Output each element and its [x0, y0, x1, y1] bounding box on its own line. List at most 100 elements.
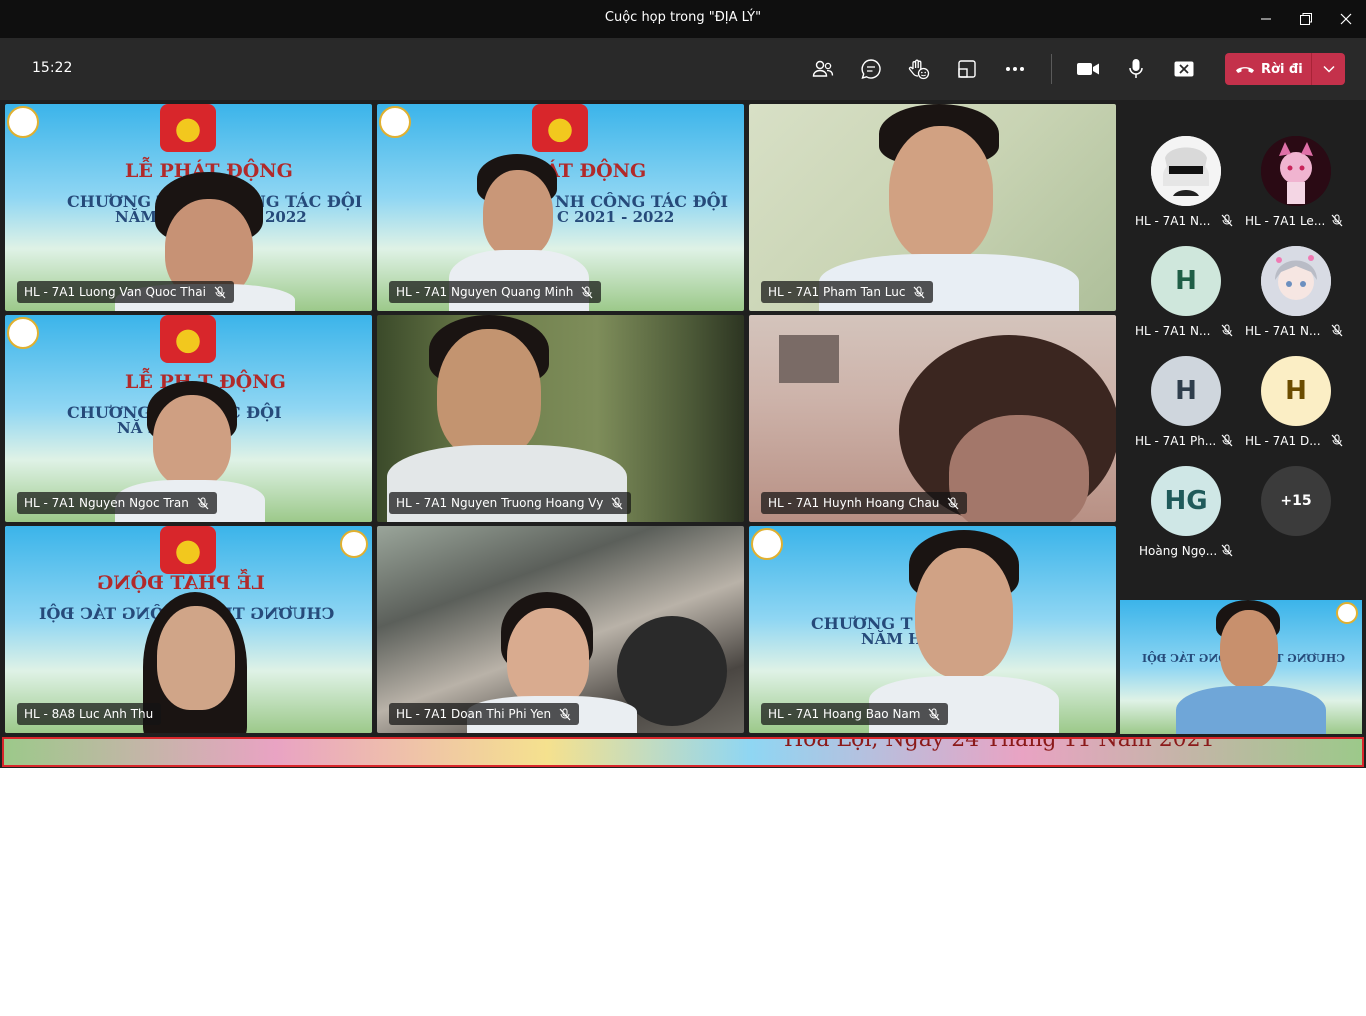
microphone-button[interactable] [1118, 52, 1154, 86]
people-icon [812, 60, 834, 77]
mic-off-icon [214, 286, 226, 298]
participant-nameplate: HL - 7A1 Nguyen Ngoc Tran [17, 492, 217, 514]
meeting-clock: 15:22 [32, 60, 73, 76]
more-actions-button[interactable] [997, 52, 1033, 86]
minimize-button[interactable] [1246, 0, 1286, 38]
raise-hand-icon [908, 59, 930, 80]
leave-meeting-control: Rời đi [1225, 53, 1345, 85]
participant-face [153, 395, 231, 487]
mic-off-icon [559, 708, 571, 720]
mic-off-icon [1331, 214, 1343, 227]
chat-icon [861, 59, 881, 80]
participants-button[interactable] [805, 52, 841, 86]
video-camera-icon [1077, 63, 1099, 75]
stop-share-icon [1174, 61, 1194, 77]
participant-nameplate: HL - 7A1 Luong Van Quoc Thai [17, 281, 234, 303]
participant-name: HL - 7A1 Doan Thi Phi Yen [396, 707, 552, 721]
restore-icon [1300, 13, 1312, 25]
minimize-icon [1261, 18, 1271, 20]
video-tile-active-speaker[interactable]: LỄ PHÁT ĐỘNG CHƯƠNG TRÌNH CÔNG TÁC ĐỘI H… [5, 526, 372, 733]
participant-nameplate: HL - 7A1 Huynh Hoang Chau [761, 492, 968, 514]
video-tile[interactable]: CHƯƠNG T TÁC ĐỘI NĂM H 022 HL - 7A1 Hoan… [749, 526, 1116, 733]
participant-nameplate: HL - 7A1 Pham Tan Luc [761, 281, 934, 303]
video-tile[interactable]: HL - 7A1 Huynh Hoang Chau [749, 315, 1116, 522]
leave-options-button[interactable] [1312, 53, 1345, 85]
participant-nameplate: HL - 8A8 Luc Anh Thu [17, 703, 162, 725]
mic-off-icon [1331, 324, 1343, 337]
video-tile[interactable]: HL - 7A1 Pham Tan Luc [749, 104, 1116, 311]
participant-face [889, 126, 993, 261]
pioneer-badge [160, 104, 216, 152]
roster-participant[interactable]: H HL - 7A1 Ph... [1117, 356, 1233, 466]
close-icon [1340, 13, 1352, 25]
leave-button[interactable]: Rời đi [1225, 53, 1311, 85]
video-tile[interactable]: ÁT ĐỘNG NH CÔNG TÁC ĐỘI C 2021 - 2022 HL… [377, 104, 744, 311]
banner-line1: ÁT ĐỘNG [545, 160, 647, 182]
mic-off-icon [197, 497, 209, 509]
layout-icon [958, 60, 976, 78]
title-bar: Cuộc họp trong "ĐỊA LÝ" [0, 0, 1366, 38]
banner-line1-mirrored: LỄ PHÁT ĐỘNG [97, 572, 265, 594]
school-logo [340, 530, 368, 558]
roster-name: HL - 7A1 N... [1135, 214, 1211, 228]
roster-participant[interactable]: HL - 7A1 Le... [1227, 136, 1343, 246]
avatar-initials: H [1151, 246, 1221, 316]
roster-participant[interactable]: HG Hoàng Ngọ... [1117, 466, 1233, 576]
pioneer-badge [160, 526, 216, 574]
more-icon [1006, 67, 1024, 71]
roster-name: HL - 7A1 D... [1245, 434, 1321, 448]
roster-participant[interactable]: H HL - 7A1 N... [1117, 246, 1233, 356]
roster-name: HL - 7A1 N... [1245, 324, 1321, 338]
avatar [1151, 136, 1221, 206]
participant-face [157, 606, 235, 710]
roster-name: Hoàng Ngọ... [1139, 544, 1218, 558]
participant-face [483, 170, 553, 258]
participant-face [507, 608, 589, 708]
participant-name: HL - 7A1 Pham Tan Luc [768, 285, 906, 299]
pioneer-badge [532, 104, 588, 152]
restore-button[interactable] [1286, 0, 1326, 38]
overflow-count: +15 [1261, 466, 1331, 536]
camera-button[interactable] [1070, 52, 1106, 86]
pioneer-badge [160, 315, 216, 363]
shared-content-strip: Hòa Lợi, Ngày 24 Tháng 11 Năm 2021 [2, 737, 1364, 767]
layout-button[interactable] [949, 52, 985, 86]
more-participants-button[interactable]: +15 [1227, 466, 1337, 576]
avatar-initials: H [1151, 356, 1221, 426]
video-tile[interactable]: LỄ PH T ĐỘNG CHƯƠNG ÔNG TÁC ĐỘI NĂ 21 - … [5, 315, 372, 522]
chevron-down-icon [1322, 65, 1335, 73]
participant-nameplate: HL - 7A1 Nguyen Quang Minh [389, 281, 602, 303]
chat-button[interactable] [853, 52, 889, 86]
video-tile[interactable]: HL - 7A1 Doan Thi Phi Yen [377, 526, 744, 733]
banner-line3: C 2021 - 2022 [557, 208, 675, 226]
school-logo [751, 528, 783, 560]
roster-name: HL - 7A1 Le... [1245, 214, 1326, 228]
wall-calendar [779, 335, 839, 383]
meeting-toolbar: 15:22 Rời đi [0, 38, 1366, 100]
video-tile[interactable]: LỄ PHÁT ĐỘNG CHƯƠNG TRÌNH CÔNG TÁC ĐỘI N… [5, 104, 372, 311]
teams-meeting-window: Cuộc họp trong "ĐỊA LÝ" 15:22 Rời đi LỄ … [0, 0, 1366, 768]
reactions-button[interactable] [901, 52, 937, 86]
avatar-photo-masked [1151, 136, 1221, 206]
school-logo [7, 317, 39, 349]
participant-shirt [1176, 686, 1326, 734]
participant-name: HL - 7A1 Hoang Bao Nam [768, 707, 921, 721]
avatar-initials: HG [1151, 466, 1221, 536]
strip-text: Hòa Lợi, Ngày 24 Tháng 11 Năm 2021 [784, 737, 1215, 752]
school-logo [7, 106, 39, 138]
participant-nameplate: HL - 7A1 Doan Thi Phi Yen [389, 703, 580, 725]
self-view[interactable]: CHƯƠNG TRÌNH CÔNG TÁC ĐỘI [1120, 600, 1362, 734]
video-tile[interactable]: HL - 7A1 Nguyen Truong Hoang Vy [377, 315, 744, 522]
roster-participant[interactable]: HL - 7A1 N... [1227, 246, 1343, 356]
participant-face [1220, 610, 1278, 688]
mic-off-icon [1331, 434, 1343, 447]
leave-label: Rời đi [1261, 61, 1303, 77]
roster-participant[interactable]: H HL - 7A1 D... [1227, 356, 1343, 466]
participant-face [915, 548, 1013, 678]
avatar-photo-anime-pink [1261, 136, 1331, 206]
toolbar-divider [1051, 54, 1052, 84]
stop-sharing-button[interactable] [1166, 52, 1202, 86]
roster-name: HL - 7A1 N... [1135, 324, 1211, 338]
roster-participant[interactable]: HL - 7A1 N... [1117, 136, 1233, 246]
close-window-button[interactable] [1326, 0, 1366, 38]
